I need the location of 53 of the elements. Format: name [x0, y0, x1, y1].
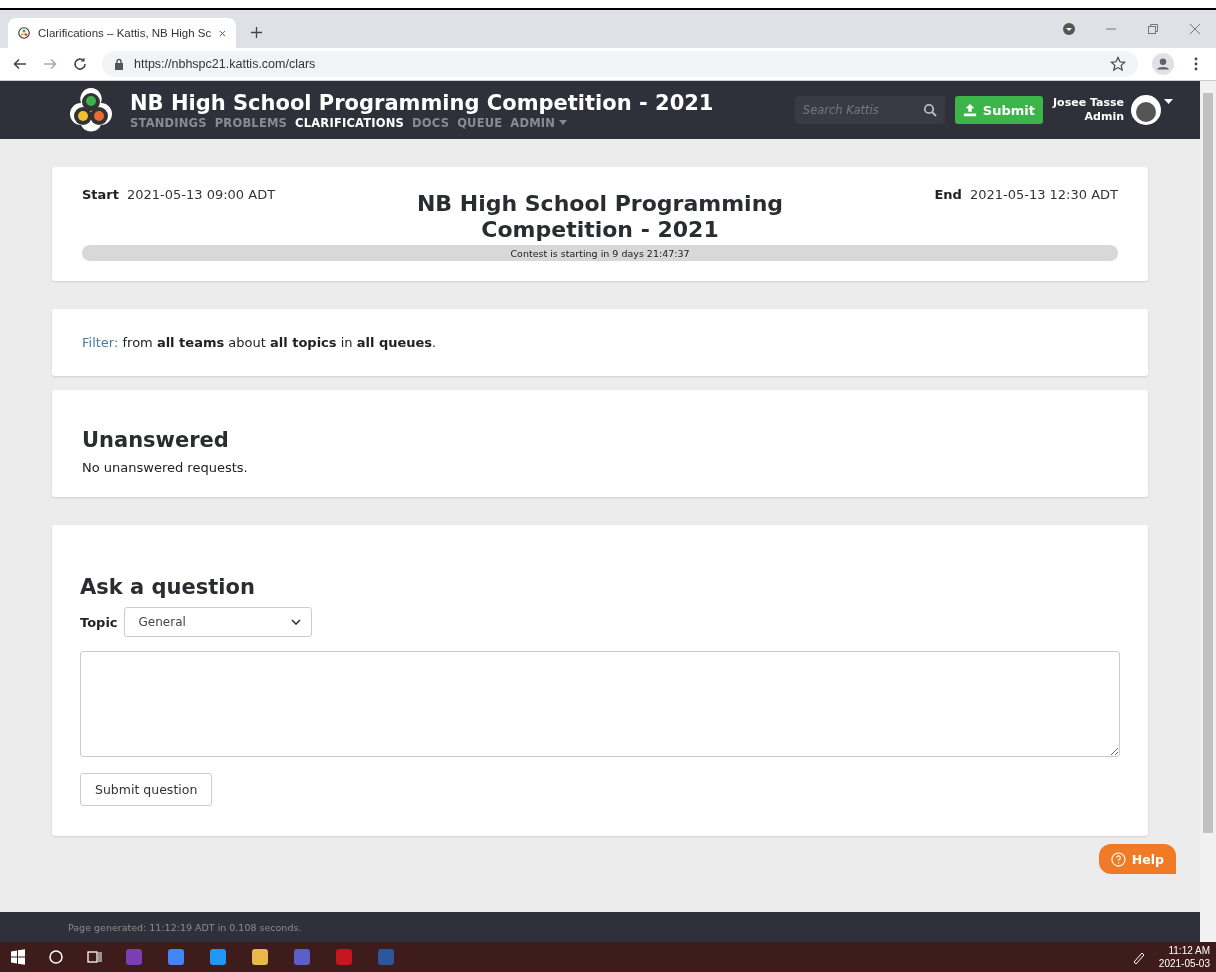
user-name[interactable]: Josee Tasse	[1053, 96, 1124, 110]
nav-link[interactable]: QUEUE	[457, 116, 503, 130]
caret-icon[interactable]	[559, 120, 568, 126]
start-time: 2021-05-13 09:00 ADT	[127, 187, 276, 202]
upload-icon	[962, 103, 977, 117]
task-view-icon[interactable]	[86, 949, 102, 965]
star-icon[interactable]	[1110, 56, 1126, 72]
close-icon[interactable]	[1188, 22, 1202, 36]
avatar-icon[interactable]	[1130, 94, 1174, 126]
filter-link[interactable]: Filter:	[82, 335, 119, 350]
clock-date[interactable]: 2021-05-03	[1158, 957, 1210, 970]
topic-label: Topic	[80, 614, 118, 630]
nav-link[interactable]: ADMIN	[510, 116, 556, 130]
contest-heading: NB High School Programming Competition - 2021	[415, 191, 785, 243]
start-label: Start	[82, 187, 119, 202]
question-mark-icon	[1110, 851, 1126, 867]
contest-title[interactable]: NB High School Programming Competition - 2021	[130, 90, 714, 116]
clock-time[interactable]: 11:12 AM	[1168, 944, 1210, 957]
user-role: Admin	[1084, 110, 1124, 124]
browser-tab[interactable]: Clarifications – Kattis, NB High Sc	[8, 18, 236, 48]
empty-message: No unanswered requests.	[82, 460, 249, 475]
end-label: End	[934, 187, 962, 202]
new-tab-icon[interactable]	[250, 26, 263, 39]
end-time: 2021-05-13 12:30 ADT	[969, 187, 1118, 202]
search-icon[interactable]	[48, 949, 64, 965]
section-heading: Ask a question	[80, 575, 256, 599]
search-field[interactable]: Search Kattis	[794, 96, 945, 124]
lock-icon	[114, 58, 124, 70]
chevron-down-icon	[290, 619, 301, 625]
restore-icon[interactable]	[1146, 22, 1160, 36]
back-arrow-icon[interactable]	[12, 56, 28, 72]
nav-link[interactable]: PROBLEMS	[214, 116, 288, 130]
address-bar[interactable]: https://nbhspc21.kattis.com/clars	[102, 51, 1138, 77]
scrollbar[interactable]	[1200, 81, 1216, 942]
close-tab-icon[interactable]	[219, 28, 226, 38]
profile-dropdown-icon[interactable]	[1062, 22, 1076, 36]
windows-start-icon[interactable]	[10, 949, 26, 965]
account-icon[interactable]	[1152, 53, 1174, 75]
countdown-text: Contest is starting in 9 days 21:47:37	[510, 247, 690, 259]
submit-question-button[interactable]: Submit question	[80, 773, 213, 806]
nav-link[interactable]: CLARIFICATIONS	[295, 116, 405, 130]
app-icon[interactable]	[250, 947, 270, 967]
app-icon[interactable]	[166, 947, 186, 967]
footer-text: Page generated: 11:12:19 ADT in 0.108 seconds.	[68, 922, 303, 933]
nav-link[interactable]: DOCS	[412, 116, 450, 130]
logo-icon	[18, 25, 31, 41]
topic-dropdown[interactable]: General	[123, 607, 312, 637]
search-icon[interactable]	[922, 103, 937, 117]
app-icon[interactable]	[208, 947, 228, 967]
reload-icon[interactable]	[72, 56, 88, 72]
filter-sentence: Filter: from all teams about all topics in all queues.	[82, 335, 438, 350]
nav-link[interactable]: STANDINGS	[130, 116, 207, 130]
section-heading: Unanswered	[82, 428, 230, 452]
